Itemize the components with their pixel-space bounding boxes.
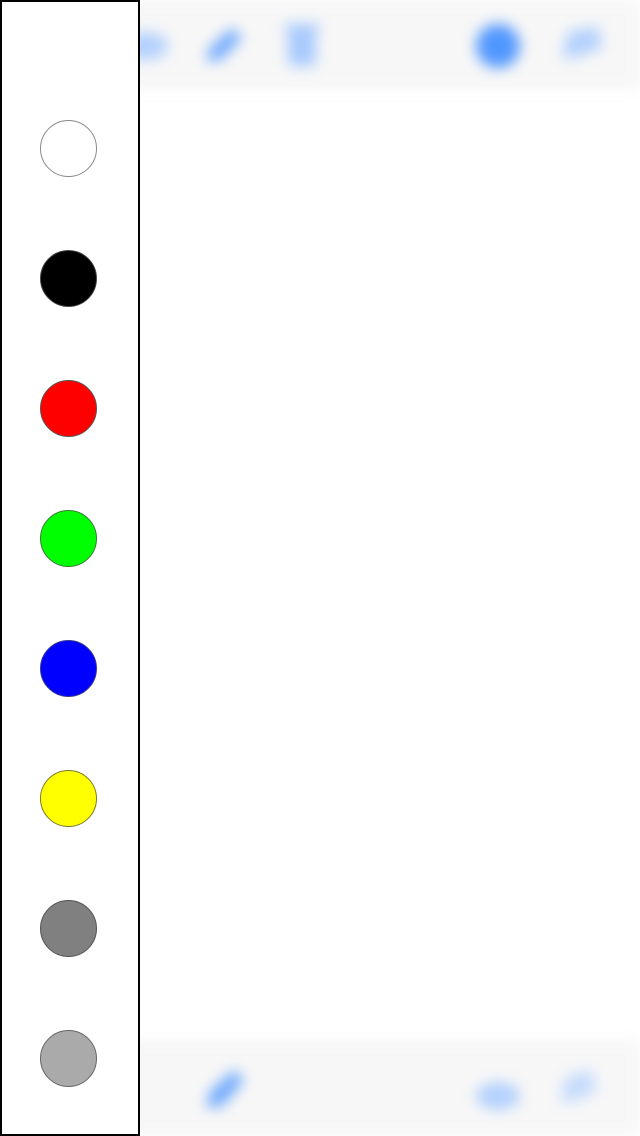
color-swatch-green[interactable]: green bbox=[40, 510, 97, 567]
bottom-pen-icon[interactable] bbox=[196, 1062, 252, 1118]
color-swatch-white[interactable]: white bbox=[40, 120, 97, 177]
color-palette: white black red green blue yellow gray light-gr… bbox=[0, 0, 140, 1136]
color-swatch-black[interactable]: black bbox=[40, 250, 97, 307]
pen-icon[interactable] bbox=[196, 20, 248, 72]
app-root: white black red green blue yellow gray light-gr… bbox=[0, 0, 640, 1136]
color-swatch-light-gray[interactable]: light-gray bbox=[40, 1030, 97, 1087]
color-swatch-label: blue bbox=[41, 641, 42, 642]
color-swatch-label: red bbox=[41, 381, 42, 382]
color-swatch-label: black bbox=[41, 251, 42, 252]
color-swatch-red[interactable]: red bbox=[40, 380, 97, 437]
color-swatch-label: yellow bbox=[41, 771, 42, 772]
bottom-share-icon[interactable] bbox=[550, 1062, 606, 1114]
share-icon[interactable] bbox=[554, 18, 610, 68]
color-swatch-label: green bbox=[41, 511, 42, 512]
color-swatch-blue[interactable]: blue bbox=[40, 640, 97, 697]
color-dot-icon[interactable] bbox=[470, 18, 526, 74]
color-swatch-label: white bbox=[41, 121, 42, 122]
color-swatch-label: light-gray bbox=[41, 1031, 42, 1032]
color-swatch-gray[interactable]: gray bbox=[40, 900, 97, 957]
trash-icon[interactable] bbox=[278, 18, 326, 72]
color-swatch-label: gray bbox=[41, 901, 42, 902]
color-swatch-yellow[interactable]: yellow bbox=[40, 770, 97, 827]
layers-icon[interactable] bbox=[470, 1072, 526, 1120]
